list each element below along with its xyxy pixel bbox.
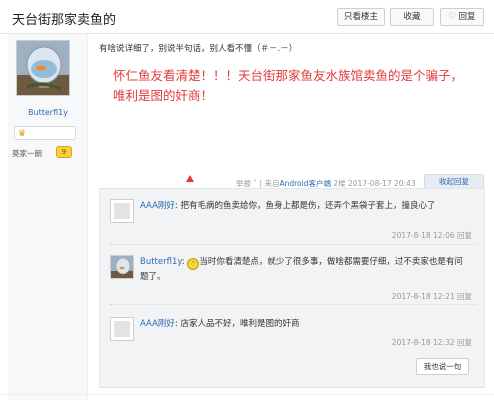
reply-avatar[interactable] (110, 199, 134, 223)
smiley-emoji-icon: ᵔ (187, 258, 200, 270)
warning-icon (186, 175, 194, 182)
divider (0, 394, 494, 395)
reply-item: AAA刚好: 店家人品不好，唯利是图的奸商 2017-8-18 12:32 回复 (110, 317, 476, 357)
level-badge: 9 (56, 146, 72, 158)
reply-item: AAA刚好: 把有毛病的鱼卖给你，鱼身上都是伤，还弄个黑袋子套上，撞良心了 20… (110, 199, 476, 245)
reply-time: 2017-8-18 12:06 (391, 231, 455, 240)
source-link[interactable]: Android客户端 (279, 179, 331, 188)
thread-header: 天台街那家卖鱼的 只看楼主 收藏 ♡ 回复 (0, 0, 494, 34)
author-level-label: 莫家一朗 (12, 149, 42, 158)
report-link[interactable]: 举报 (236, 179, 251, 188)
reply-meta: 2017-8-18 12:06 回复 (392, 230, 472, 241)
reply-username[interactable]: AAA刚好 (140, 319, 175, 329)
reply-item: Butterfl1y: ᵔ 当时你看清楚点，就少了很多事，做啥都需要仔细，过不卖家… (110, 255, 476, 305)
source-prefix: 来自 (264, 179, 280, 188)
heart-icon: ♡ (448, 12, 457, 22)
reply-avatar[interactable] (110, 317, 134, 341)
post-body: 怀仁鱼友看清楚！！！天台街那家鱼友水族馆卖鱼的是个骗子，唯利是图的奸商！ (113, 68, 464, 103)
reply-time: 2017-8-18 12:32 (391, 338, 455, 347)
lightbulb-fish-image (17, 41, 69, 95)
reply-header-button[interactable]: ♡ 回复 (440, 8, 484, 26)
crown-icon: ♛ (18, 129, 27, 139)
reply-header-label: 回复 (458, 12, 476, 22)
lightbulb-fish-image (111, 256, 133, 278)
reply-meta: 2017-8-18 12:32 回复 (392, 337, 472, 348)
author-avatar[interactable] (16, 40, 70, 96)
post-time: 2017-08-17 20:43 (348, 179, 416, 188)
reply-time: 2017-8-18 12:21 (391, 292, 455, 301)
reply-username[interactable]: Butterfl1y (140, 257, 182, 267)
author-username[interactable]: Butterfl1y (8, 108, 88, 117)
reply-text: Butterfl1y: ᵔ 当时你看清楚点，就少了很多事，做啥都需要仔细，过不卖家… (140, 257, 463, 282)
reply-link[interactable]: 回复 (457, 231, 472, 240)
only-op-button[interactable]: 只看楼主 (337, 8, 385, 26)
post-intro: 有啥说详细了，别说半句话，别人看不懂（＃－.－） (99, 44, 298, 54)
favorite-button[interactable]: 收藏 (390, 8, 434, 26)
reply-avatar[interactable] (110, 255, 134, 279)
default-avatar-icon (114, 203, 130, 219)
author-badge-row: ♛ (14, 126, 76, 140)
reply-content: 店家人品不好，唯利是图的奸商 (180, 319, 300, 329)
reply-link[interactable]: 回复 (457, 338, 472, 347)
reply-content: 把有毛病的鱼卖给你，鱼身上都是伤，还弄个黑袋子套上，撞良心了 (180, 201, 436, 211)
reply-meta: 2017-8-18 12:21 回复 (392, 291, 472, 302)
default-avatar-icon (114, 321, 130, 337)
post-content: 有啥说详细了，别说半句话，别人看不懂（＃－.－） 怀仁鱼友看清楚！！！天台街那家… (99, 34, 494, 400)
reply-link[interactable]: 回复 (457, 292, 472, 301)
reply-text: AAA刚好: 店家人品不好，唯利是图的奸商 (140, 319, 300, 329)
reply-username[interactable]: AAA刚好 (140, 201, 175, 211)
thread-title: 天台街那家卖鱼的 (12, 13, 117, 28)
say-something-button[interactable]: 我也说一句 (416, 358, 469, 375)
floor-number: 2楼 (333, 179, 346, 188)
author-panel: Butterfl1y ♛ 莫家一朗 9 (8, 34, 88, 400)
reply-text: AAA刚好: 把有毛病的鱼卖给你，鱼身上都是伤，还弄个黑袋子套上，撞良心了 (140, 201, 436, 211)
